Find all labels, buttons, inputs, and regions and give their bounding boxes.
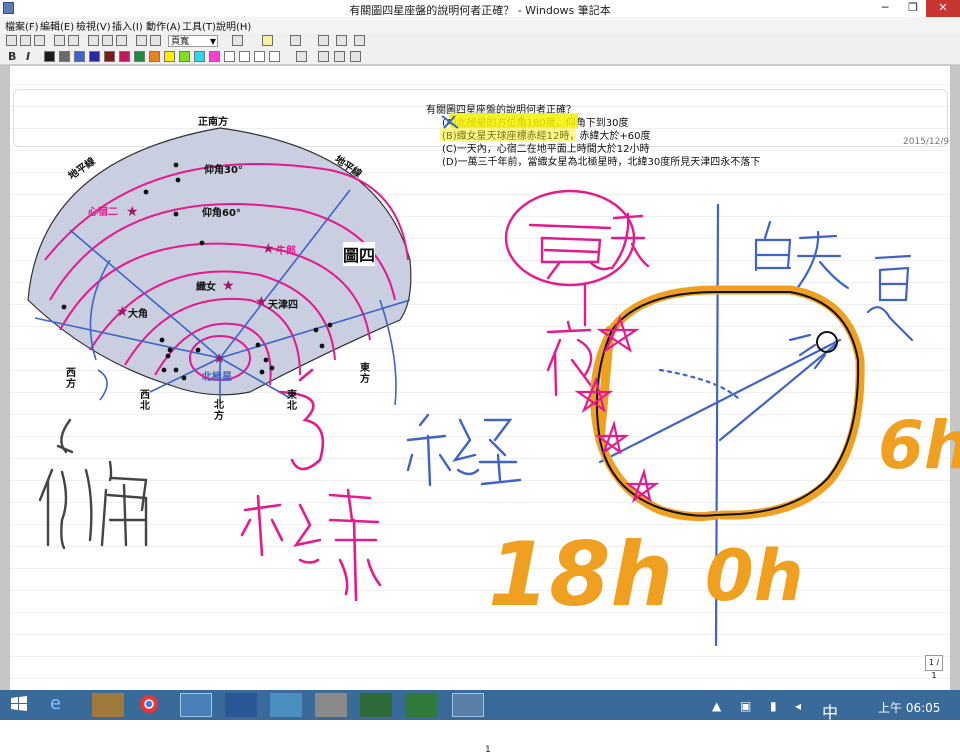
svg-text:★: ★: [126, 204, 139, 220]
battery-icon[interactable]: ▮: [770, 699, 777, 713]
lync-icon[interactable]: [180, 693, 212, 717]
label-polaris: 北極星: [202, 372, 232, 383]
label-figure-4: 圖四: [343, 242, 376, 266]
start-button[interactable]: [8, 693, 40, 717]
label-northeast: 東北: [287, 390, 297, 412]
svg-text:★: ★: [255, 294, 268, 310]
label-0h: 0h: [705, 535, 804, 617]
volume-icon[interactable]: ◂: [795, 699, 801, 713]
chrome-icon[interactable]: [138, 693, 170, 717]
svg-text:★: ★: [116, 304, 129, 320]
label-altair: 牛郎: [276, 246, 296, 257]
tray-chevron-icon[interactable]: ▲: [712, 699, 721, 713]
handwriting-elevation: [38, 418, 148, 550]
svg-text:★: ★: [222, 278, 235, 294]
camtasia-icon[interactable]: [360, 693, 392, 717]
black-orbit: [595, 291, 860, 517]
handwriting-right-ascension: [406, 413, 522, 487]
label-west: 西方: [66, 368, 76, 390]
svg-text:★: ★: [213, 351, 226, 367]
disc-icon[interactable]: [315, 693, 347, 717]
ime-indicator[interactable]: 中: [822, 699, 838, 723]
journal-taskbar-icon[interactable]: [452, 693, 484, 717]
label-east: 東方: [360, 363, 370, 385]
file-explorer-icon[interactable]: [92, 693, 124, 717]
label-deneb: 天津四: [268, 300, 298, 311]
label-vega: 織女: [196, 282, 216, 293]
label-18h: 18h: [488, 523, 673, 626]
label-northwest: 西北: [140, 390, 150, 412]
network-icon[interactable]: ▣: [740, 699, 751, 713]
label-6h: 6h: [878, 407, 960, 484]
ie-icon[interactable]: e: [50, 693, 82, 717]
clock[interactable]: 上午 06:05: [878, 699, 940, 716]
camtasia-recorder-icon[interactable]: [405, 693, 437, 717]
label-altitude-30: 仰角30°: [204, 165, 243, 176]
ink-overlay: ★ ★ ★ ★ ★ ★ 18h 0h 6: [27, 113, 960, 647]
label-altitude-60: 仰角60°: [202, 208, 241, 219]
page-number: 1: [485, 745, 491, 755]
label-antares: 心宿二: [88, 207, 118, 218]
highlight-option-a: [450, 113, 578, 128]
word-icon[interactable]: [225, 693, 257, 717]
handwriting-declination: [240, 368, 382, 602]
handwriting-summer-day: [504, 189, 650, 397]
label-arcturus: 大角: [128, 309, 148, 320]
svg-text:★: ★: [262, 241, 275, 257]
picture-viewer-icon[interactable]: [270, 693, 302, 717]
label-south: 正南方: [198, 117, 228, 128]
orange-orbit: [590, 285, 865, 522]
label-north: 北方: [214, 400, 224, 422]
highlight-option-b: [440, 127, 576, 141]
windows-logo-icon: [11, 696, 27, 711]
